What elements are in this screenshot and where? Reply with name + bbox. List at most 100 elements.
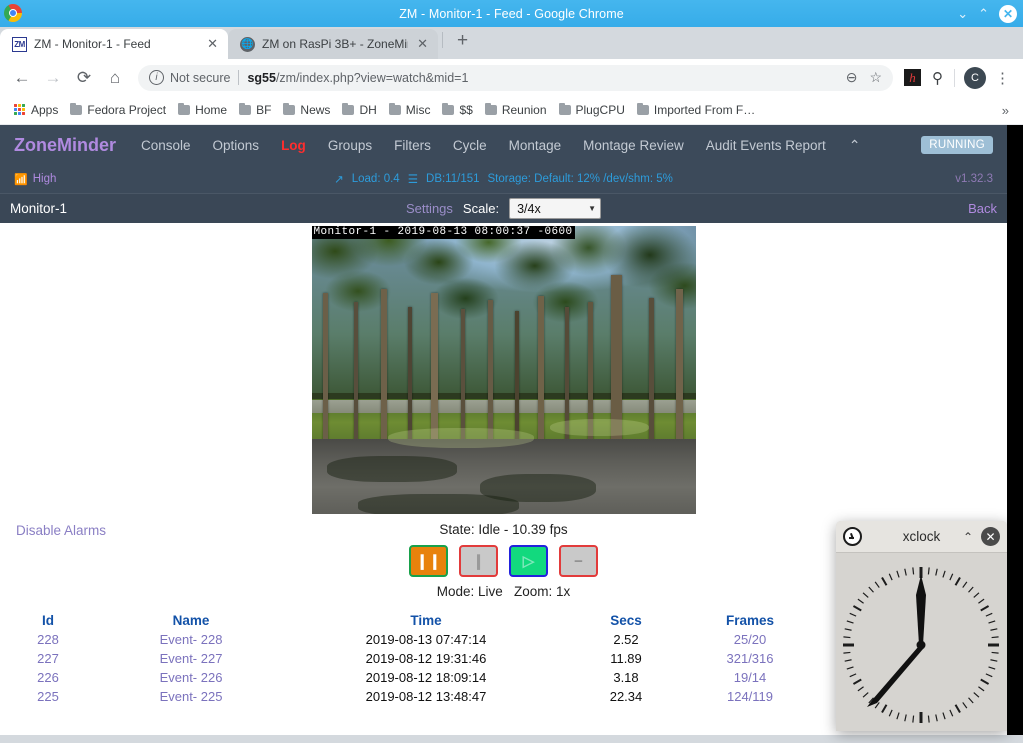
zoneminder-brand[interactable]: ZoneMinder — [14, 135, 116, 156]
settings-link[interactable]: Settings — [406, 201, 453, 216]
event-name[interactable]: Event- 225 — [96, 687, 286, 706]
browser-tab-inactive[interactable]: 🌐 ZM on RasPi 3B+ - ZoneMin ✕ — [228, 29, 438, 59]
close-icon[interactable]: ✕ — [981, 527, 1000, 546]
os-window-titlebar: ZM - Monitor-1 - Feed - Google Chrome ⌄ … — [0, 0, 1023, 27]
column-header-name[interactable]: Name — [96, 611, 286, 630]
event-frames[interactable]: 19/14 — [686, 668, 814, 687]
tab-close-icon[interactable]: ✕ — [415, 36, 430, 52]
system-status-group: ↗ Load: 0.4 ☰ DB:11/151 Storage: Default… — [0, 172, 1007, 186]
bookmark-news[interactable]: News — [277, 102, 336, 117]
new-tab-button[interactable]: + — [449, 30, 476, 56]
window-bottom-strip — [0, 735, 1023, 743]
bookmark-reunion[interactable]: Reunion — [479, 102, 553, 117]
event-frames[interactable]: 25/20 — [686, 630, 814, 649]
bookmark-plugcpu[interactable]: PlugCPU — [553, 102, 631, 117]
folder-icon — [636, 102, 649, 115]
nav-item-options[interactable]: Options — [202, 138, 271, 153]
search-icon[interactable]: ⚲ — [932, 69, 943, 87]
nav-item-log[interactable]: Log — [270, 138, 317, 153]
nav-item-montage-review[interactable]: Montage Review — [572, 138, 695, 153]
bandwidth-status[interactable]: 📶 High — [14, 173, 56, 186]
extension-icon[interactable]: h — [904, 69, 921, 86]
bookmark-misc[interactable]: Misc — [383, 102, 437, 117]
toolbar-divider — [954, 68, 955, 87]
nav-item-filters[interactable]: Filters — [383, 138, 442, 153]
tab-close-icon[interactable]: ✕ — [205, 36, 220, 52]
close-icon[interactable]: ✕ — [999, 4, 1017, 23]
url-path: /zm/index.php?view=watch&mid=1 — [275, 70, 469, 85]
event-id[interactable]: 226 — [0, 668, 96, 687]
xclock-window[interactable]: xclock ⌃ ✕ — [836, 521, 1007, 731]
column-header-time[interactable]: Time — [286, 611, 566, 630]
os-window-title: ZM - Monitor-1 - Feed - Google Chrome — [399, 6, 624, 21]
nav-item-groups[interactable]: Groups — [317, 138, 383, 153]
bookmark-bf[interactable]: BF — [233, 102, 277, 117]
bookmark-money[interactable]: $$ — [436, 102, 478, 117]
zoneminder-statusbar: 📶 High ↗ Load: 0.4 ☰ DB:11/151 Storage: … — [0, 165, 1007, 193]
bookmarks-overflow-icon[interactable]: » — [1002, 103, 1015, 118]
event-id[interactable]: 225 — [0, 687, 96, 706]
event-secs: 11.89 — [610, 651, 642, 666]
event-secs: 3.18 — [613, 670, 639, 685]
status-badge-running: RUNNING — [921, 136, 993, 154]
minimize-icon[interactable]: ⌃ — [963, 530, 973, 544]
site-info-icon[interactable]: i — [149, 70, 164, 85]
event-name[interactable]: Event- 227 — [96, 649, 286, 668]
nav-item-cycle[interactable]: Cycle — [442, 138, 498, 153]
event-frames[interactable]: 124/119 — [686, 687, 814, 706]
bookmark-fedora-project[interactable]: Fedora Project — [64, 102, 172, 117]
address-bar[interactable]: i Not secure sg55/zm/index.php?view=watc… — [138, 64, 893, 91]
back-icon[interactable]: ← — [8, 64, 36, 92]
chrome-menu-icon[interactable]: ⋮ — [990, 69, 1015, 87]
bookmark-imported-from[interactable]: Imported From F… — [631, 102, 761, 117]
zoom-out-icon[interactable]: ⊖ — [841, 69, 863, 86]
event-id[interactable]: 228 — [0, 630, 96, 649]
table-row[interactable]: 227 Event- 227 2019-08-12 19:31:46 11.89… — [0, 649, 814, 668]
folder-icon — [484, 102, 497, 115]
reload-icon[interactable]: ⟳ — [70, 64, 98, 92]
bookmark-home[interactable]: Home — [172, 102, 233, 117]
bookmark-apps[interactable]: Apps — [8, 103, 64, 117]
disable-alarms-link[interactable]: Disable Alarms — [16, 523, 106, 538]
nav-item-montage[interactable]: Montage — [498, 138, 573, 153]
nav-item-console[interactable]: Console — [130, 138, 202, 153]
folder-icon — [442, 102, 455, 115]
scale-select[interactable]: 3/4x ▼ — [509, 198, 602, 219]
chevron-up-icon[interactable]: ⌃ — [837, 137, 873, 154]
live-video-feed[interactable]: Monitor-1 - 2019-08-13 08:00:37 -0600 — [311, 226, 696, 514]
column-header-frames[interactable]: Frames — [686, 611, 814, 630]
event-name[interactable]: Event- 228 — [96, 630, 286, 649]
tab-title: ZM - Monitor-1 - Feed — [34, 37, 151, 51]
event-name[interactable]: Event- 226 — [96, 668, 286, 687]
os-window-controls: ⌄ ⌃ ✕ — [957, 0, 1017, 27]
browser-tab-active[interactable]: ZM ZM - Monitor-1 - Feed ✕ — [0, 29, 228, 59]
profile-avatar[interactable]: C — [964, 66, 986, 89]
home-icon[interactable]: ⌂ — [101, 64, 129, 92]
globe-favicon: 🌐 — [240, 36, 255, 52]
minimize-icon[interactable]: ⌄ — [957, 7, 968, 20]
zoom-out-button[interactable]: − — [559, 545, 598, 577]
storage-status: Storage: Default: 12% /dev/shm: 5% — [487, 173, 673, 185]
forward-icon[interactable]: → — [39, 64, 67, 92]
bookmark-label: Reunion — [501, 103, 547, 117]
table-row[interactable]: 226 Event- 226 2019-08-12 18:09:14 3.18 … — [0, 668, 814, 687]
event-frames[interactable]: 321/316 — [686, 649, 814, 668]
bookmark-label: Home — [195, 103, 228, 117]
scale-select-value: 3/4x — [517, 201, 541, 216]
table-row[interactable]: 228 Event- 228 2019-08-13 07:47:14 2.52 … — [0, 630, 814, 649]
stop-button[interactable]: ❙ — [459, 545, 498, 577]
pause-button[interactable]: ❙❙ — [409, 545, 448, 577]
bookmark-star-icon[interactable]: ☆ — [864, 69, 887, 86]
event-id[interactable]: 227 — [0, 649, 96, 668]
folder-icon — [283, 102, 296, 115]
event-time: 2019-08-12 13:48:47 — [365, 689, 487, 704]
zoneminder-navbar: ZoneMinder Console Options Log Groups Fi… — [0, 125, 1007, 165]
table-row[interactable]: 225 Event- 225 2019-08-12 13:48:47 22.34… — [0, 687, 814, 706]
maximize-icon[interactable]: ⌃ — [978, 7, 989, 20]
nav-item-audit-events-report[interactable]: Audit Events Report — [695, 138, 837, 153]
address-bar-url: sg55/zm/index.php?view=watch&mid=1 — [247, 71, 468, 85]
column-header-id[interactable]: Id — [0, 611, 96, 630]
column-header-secs[interactable]: Secs — [566, 611, 686, 630]
bookmark-dh[interactable]: DH — [336, 102, 382, 117]
play-button[interactable]: ▷ — [509, 545, 548, 577]
